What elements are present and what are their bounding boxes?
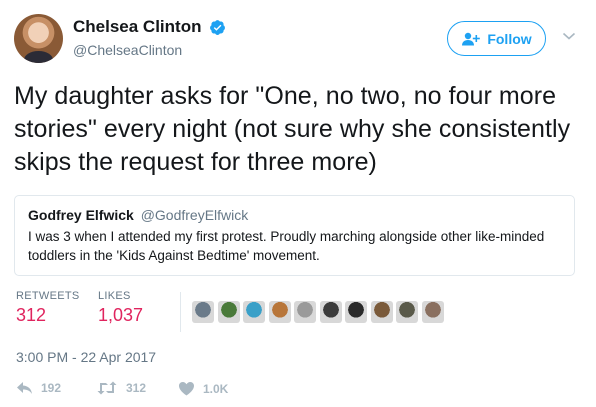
author-avatar[interactable]: [14, 14, 63, 63]
liker-avatar[interactable]: [421, 301, 444, 323]
retweet-icon: [97, 381, 117, 395]
liker-avatar[interactable]: [217, 301, 240, 323]
retweet-count: 312: [126, 381, 147, 395]
likes-value: 1,037: [98, 305, 144, 325]
liker-avatar[interactable]: [268, 301, 291, 323]
quoted-tweet[interactable]: Godfrey Elfwick @GodfreyElfwick I was 3 …: [14, 195, 575, 276]
reply-button[interactable]: 192: [16, 381, 61, 395]
quoted-tweet-display-name: Godfrey Elfwick: [28, 207, 134, 223]
liker-avatar[interactable]: [319, 301, 342, 323]
like-button[interactable]: 1.0K: [178, 381, 228, 396]
tweet-stats: RETWEETS 312 LIKES 1,037: [14, 290, 584, 336]
reply-count: 192: [41, 381, 62, 395]
liker-avatar[interactable]: [370, 301, 393, 323]
stats-divider: [180, 292, 181, 332]
tweet-header: Chelsea Clinton @ChelseaClinton Follow: [14, 14, 584, 64]
quoted-tweet-header: Godfrey Elfwick @GodfreyElfwick: [28, 207, 561, 223]
like-count: 1.0K: [203, 381, 229, 396]
verified-badge-icon: [209, 19, 225, 35]
author-display-name[interactable]: Chelsea Clinton: [73, 17, 201, 37]
follow-button[interactable]: Follow: [447, 21, 546, 56]
retweet-button[interactable]: 312: [96, 381, 146, 395]
tweet-actions: 192 312 1.0K: [16, 381, 416, 399]
chevron-down-icon[interactable]: [562, 31, 576, 41]
liker-avatar[interactable]: [345, 301, 367, 323]
tweet-timestamp[interactable]: 3:00 PM - 22 Apr 2017: [16, 349, 156, 365]
author-name-block: Chelsea Clinton @ChelseaClinton: [73, 17, 226, 58]
liker-avatar[interactable]: [396, 301, 418, 323]
liker-avatar[interactable]: [243, 301, 265, 323]
likes-label: LIKES: [98, 290, 131, 302]
heart-icon: [179, 382, 194, 396]
liker-avatars: [192, 301, 447, 323]
quoted-tweet-text: I was 3 when I attended my first protest…: [28, 229, 545, 263]
liker-avatar[interactable]: [192, 301, 214, 323]
liker-avatar[interactable]: [294, 301, 316, 323]
tweet-text: My daughter asks for "One, no two, no fo…: [14, 82, 571, 176]
follow-button-label: Follow: [487, 30, 532, 47]
likes-stat[interactable]: LIKES 1,037: [98, 290, 143, 326]
author-handle[interactable]: @ChelseaClinton: [73, 42, 226, 58]
retweets-label: RETWEETS: [16, 290, 80, 302]
reply-icon: [17, 382, 32, 394]
add-user-icon: [462, 32, 481, 45]
retweets-value: 312: [16, 305, 47, 325]
retweets-stat[interactable]: RETWEETS 312: [16, 290, 80, 326]
quoted-tweet-handle: @GodfreyElfwick: [140, 207, 249, 223]
